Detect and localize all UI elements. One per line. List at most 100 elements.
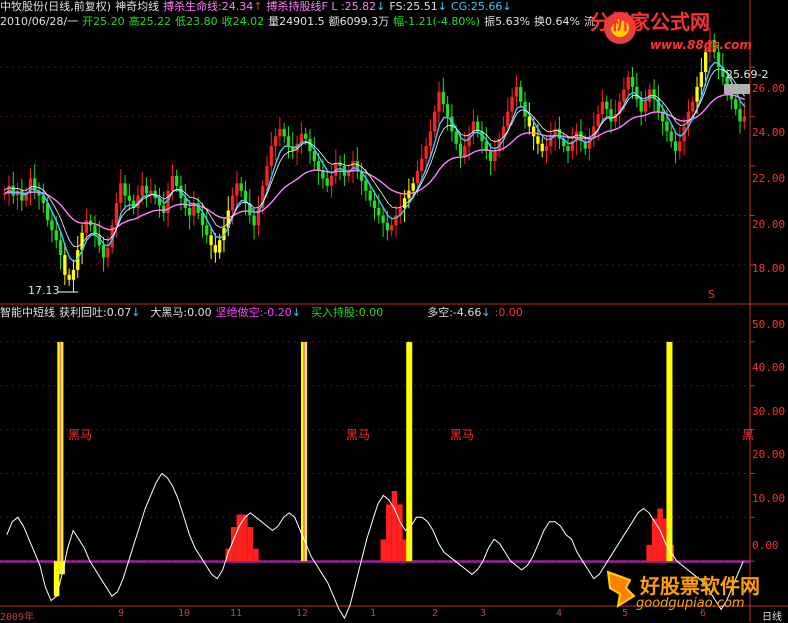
high-price-mark: 25.69-2	[726, 68, 768, 81]
candle-body	[600, 101, 605, 115]
profit-bar	[397, 504, 403, 562]
profit-bar	[247, 527, 254, 562]
candle-body	[566, 146, 570, 152]
x-tick-3: 3	[480, 608, 487, 619]
black-horse-label-4: 黑	[742, 428, 755, 442]
candle-body	[123, 183, 127, 196]
candle-body	[304, 133, 308, 139]
candle-body	[325, 178, 329, 186]
candle-body	[127, 195, 132, 201]
candle-body	[286, 136, 291, 147]
candle-body	[691, 101, 695, 112]
zero-band	[0, 560, 750, 564]
candle-body	[321, 170, 325, 179]
price-tick-24: 24.00	[752, 126, 786, 139]
candle-body	[218, 240, 222, 253]
candle-body	[630, 76, 635, 87]
candle-body	[230, 195, 235, 211]
candle-body	[205, 225, 209, 236]
ind-tick-40: 40.00	[752, 361, 786, 374]
price-tick-22: 22.00	[752, 172, 786, 185]
candle-body	[609, 109, 613, 122]
candle-body	[170, 175, 175, 191]
dk-arrow-icon: ↓	[481, 306, 491, 319]
candle-body	[149, 190, 153, 194]
ind-tick-30: 30.00	[752, 405, 786, 418]
signal-bar-3	[666, 341, 673, 562]
candle-body	[84, 220, 89, 233]
candle-body	[445, 104, 450, 117]
candle-body	[63, 255, 67, 275]
candle-body	[20, 190, 24, 201]
ind-tick-50: 50.00	[752, 318, 786, 331]
candle-body	[175, 175, 179, 186]
candle-body	[278, 128, 282, 137]
watermark-top-name: 分析家公式网	[590, 10, 710, 34]
candle-body	[437, 91, 441, 112]
candle-body	[269, 146, 273, 166]
candle-body	[643, 101, 648, 112]
candle-body	[390, 225, 394, 231]
signal-bar-2	[406, 341, 413, 562]
x-tick-1: 1	[370, 608, 377, 619]
candle-body	[544, 146, 549, 152]
dk-label: 多空:-4.66	[427, 306, 482, 319]
candle-body	[101, 245, 106, 258]
signal-bar-core-1	[303, 341, 306, 562]
profit-bar	[253, 548, 259, 562]
candle-body	[209, 235, 213, 246]
candle-body	[402, 198, 407, 209]
candle-body	[433, 111, 437, 132]
profit-label: 获利回吐:0.07	[59, 306, 132, 319]
candle-body	[622, 89, 626, 102]
candle-body	[506, 111, 510, 127]
profit-bar	[391, 491, 398, 562]
candle-body	[213, 245, 218, 253]
candle-body	[50, 220, 54, 231]
candle-body	[738, 109, 742, 122]
black-horse-label-3: 黑马	[450, 428, 475, 442]
candle-body	[106, 247, 110, 258]
profit-bar	[236, 514, 243, 562]
candle-body	[596, 114, 600, 127]
profit-bar	[386, 504, 392, 562]
black-horse-label-1: 黑马	[68, 428, 93, 442]
x-tick-12: 12	[296, 608, 309, 619]
candle-body	[162, 205, 166, 213]
x-tick-4: 4	[556, 608, 563, 619]
candle-body	[67, 274, 71, 280]
price-tick-18: 18.00	[752, 262, 786, 275]
candle-body	[407, 190, 411, 199]
candle-body	[665, 121, 669, 132]
watermark-bottom-name: 好股票软件网	[640, 574, 760, 598]
candle-body	[734, 99, 738, 110]
signal-bar-core-0	[59, 341, 62, 562]
candle-body	[605, 101, 609, 110]
ind-tick-20: 20.00	[752, 448, 786, 461]
s-signal-mark: S	[708, 288, 715, 301]
candle-body	[626, 76, 630, 90]
candle-body	[527, 116, 531, 127]
candle-body	[531, 126, 536, 137]
candle-body	[639, 99, 643, 112]
candle-body	[493, 151, 497, 162]
candle-body	[187, 208, 192, 216]
candle-body	[669, 131, 673, 142]
candle-body	[514, 86, 519, 97]
short-arrow-icon: ↓	[291, 306, 302, 319]
candle-body	[536, 136, 540, 144]
x-tick-9: 9	[118, 608, 125, 619]
watermark-bottom-url: goodgupiao.com	[636, 596, 745, 611]
candle-body	[678, 141, 682, 152]
candle-body	[463, 146, 467, 157]
high-price-value: 25.69	[726, 68, 758, 81]
candle-body	[420, 158, 424, 171]
candle-body	[329, 175, 334, 186]
candle-body	[252, 215, 256, 226]
price-tick-20: 20.00	[752, 218, 786, 231]
candle-body	[424, 146, 428, 159]
buy-label: 买入持股:0.00	[311, 306, 384, 319]
black-horse-label-2: 黑马	[346, 428, 371, 442]
x-tick-2009: 2009年	[0, 612, 35, 623]
indicator-name: 智能中短线	[0, 306, 55, 319]
